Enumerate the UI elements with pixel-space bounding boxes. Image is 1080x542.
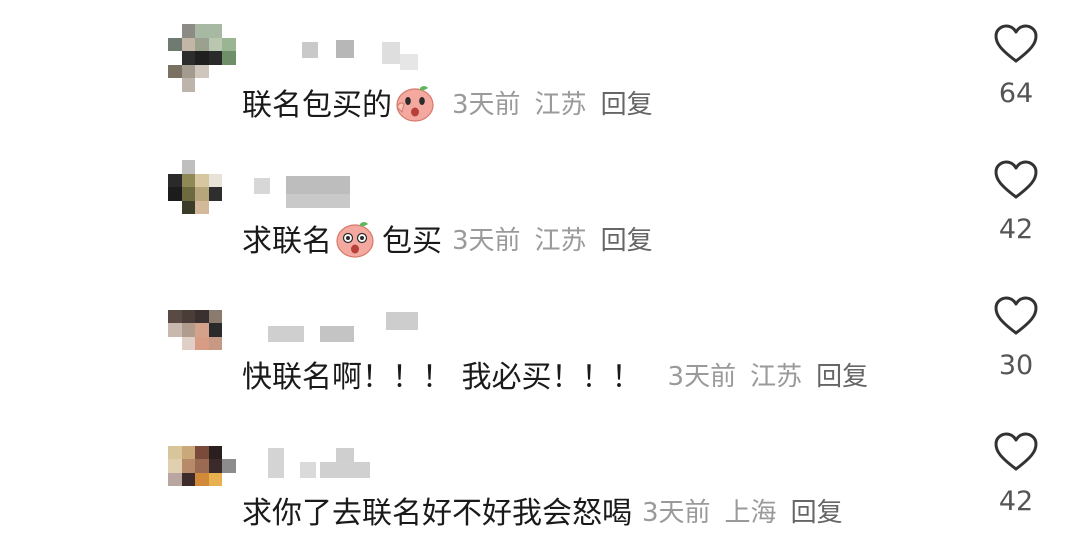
like-button[interactable]: 42 — [988, 432, 1044, 517]
comment-location: 江苏 — [750, 361, 803, 392]
like-button[interactable]: 30 — [988, 296, 1044, 381]
heart-icon[interactable] — [994, 432, 1038, 472]
reply-button[interactable]: 回复 — [601, 84, 653, 121]
like-count: 42 — [998, 486, 1034, 517]
username-redacted[interactable] — [250, 40, 430, 74]
username-redacted[interactable] — [250, 176, 430, 210]
avatar[interactable] — [168, 24, 236, 92]
comment-location: 上海 — [724, 497, 777, 528]
comment-text-line: 求联名 包买 3天前 江苏 回复 — [242, 216, 653, 260]
like-button[interactable]: 64 — [988, 24, 1044, 109]
like-count: 64 — [998, 78, 1034, 109]
comment-item: 求联名 包买 3天前 江苏 回复 42 — [0, 136, 1080, 259]
heart-icon[interactable] — [994, 296, 1038, 336]
reply-button[interactable]: 回复 — [601, 220, 653, 257]
comment-item: 联名包买的 3天前 江苏 回复 64 — [0, 0, 1080, 123]
comment-content: 求联名 — [242, 224, 332, 259]
like-count: 30 — [998, 350, 1034, 381]
comment-time: 3天前 — [642, 497, 711, 528]
like-button[interactable]: 42 — [988, 160, 1044, 245]
heart-icon[interactable] — [994, 24, 1038, 64]
comment-item: 求你了去联名好不好我会怒喝 3天前 上海 回复 42 — [0, 408, 1080, 531]
comment-item: 快联名啊！！！ 我必买！！！ 3天前 江苏 回复 30 — [0, 272, 1080, 395]
like-count: 42 — [998, 214, 1034, 245]
peach-emoji-icon — [396, 86, 434, 122]
comment-text-line: 求你了去联名好不好我会怒喝 3天前 上海 回复 — [242, 488, 843, 532]
comment-time: 3天前 — [667, 361, 737, 392]
username-redacted[interactable] — [250, 448, 430, 482]
reply-button[interactable]: 回复 — [791, 492, 843, 529]
comment-list: 联名包买的 3天前 江苏 回复 64 求联名 包买 3天前 江苏 回复 42 快… — [0, 0, 1080, 542]
comment-content: 快联名啊！！！ 我必买！！！ — [242, 360, 642, 395]
comment-location: 江苏 — [534, 225, 587, 256]
reply-button[interactable]: 回复 — [816, 356, 868, 393]
peach-emoji-icon — [336, 222, 374, 258]
comment-content: 联名包买的 — [242, 88, 392, 123]
comment-text-line: 快联名啊！！！ 我必买！！！ 3天前 江苏 回复 — [242, 352, 868, 396]
comment-time: 3天前 — [452, 225, 521, 256]
avatar[interactable] — [168, 432, 236, 500]
comment-location: 江苏 — [534, 89, 587, 120]
username-redacted[interactable] — [250, 312, 430, 346]
comment-content: 求你了去联名好不好我会怒喝 — [242, 496, 632, 531]
comment-content-tail: 包买 — [382, 224, 442, 259]
avatar[interactable] — [168, 296, 236, 364]
avatar[interactable] — [168, 160, 236, 228]
comment-time: 3天前 — [452, 89, 521, 120]
comment-text-line: 联名包买的 3天前 江苏 回复 — [242, 80, 653, 124]
heart-icon[interactable] — [994, 160, 1038, 200]
